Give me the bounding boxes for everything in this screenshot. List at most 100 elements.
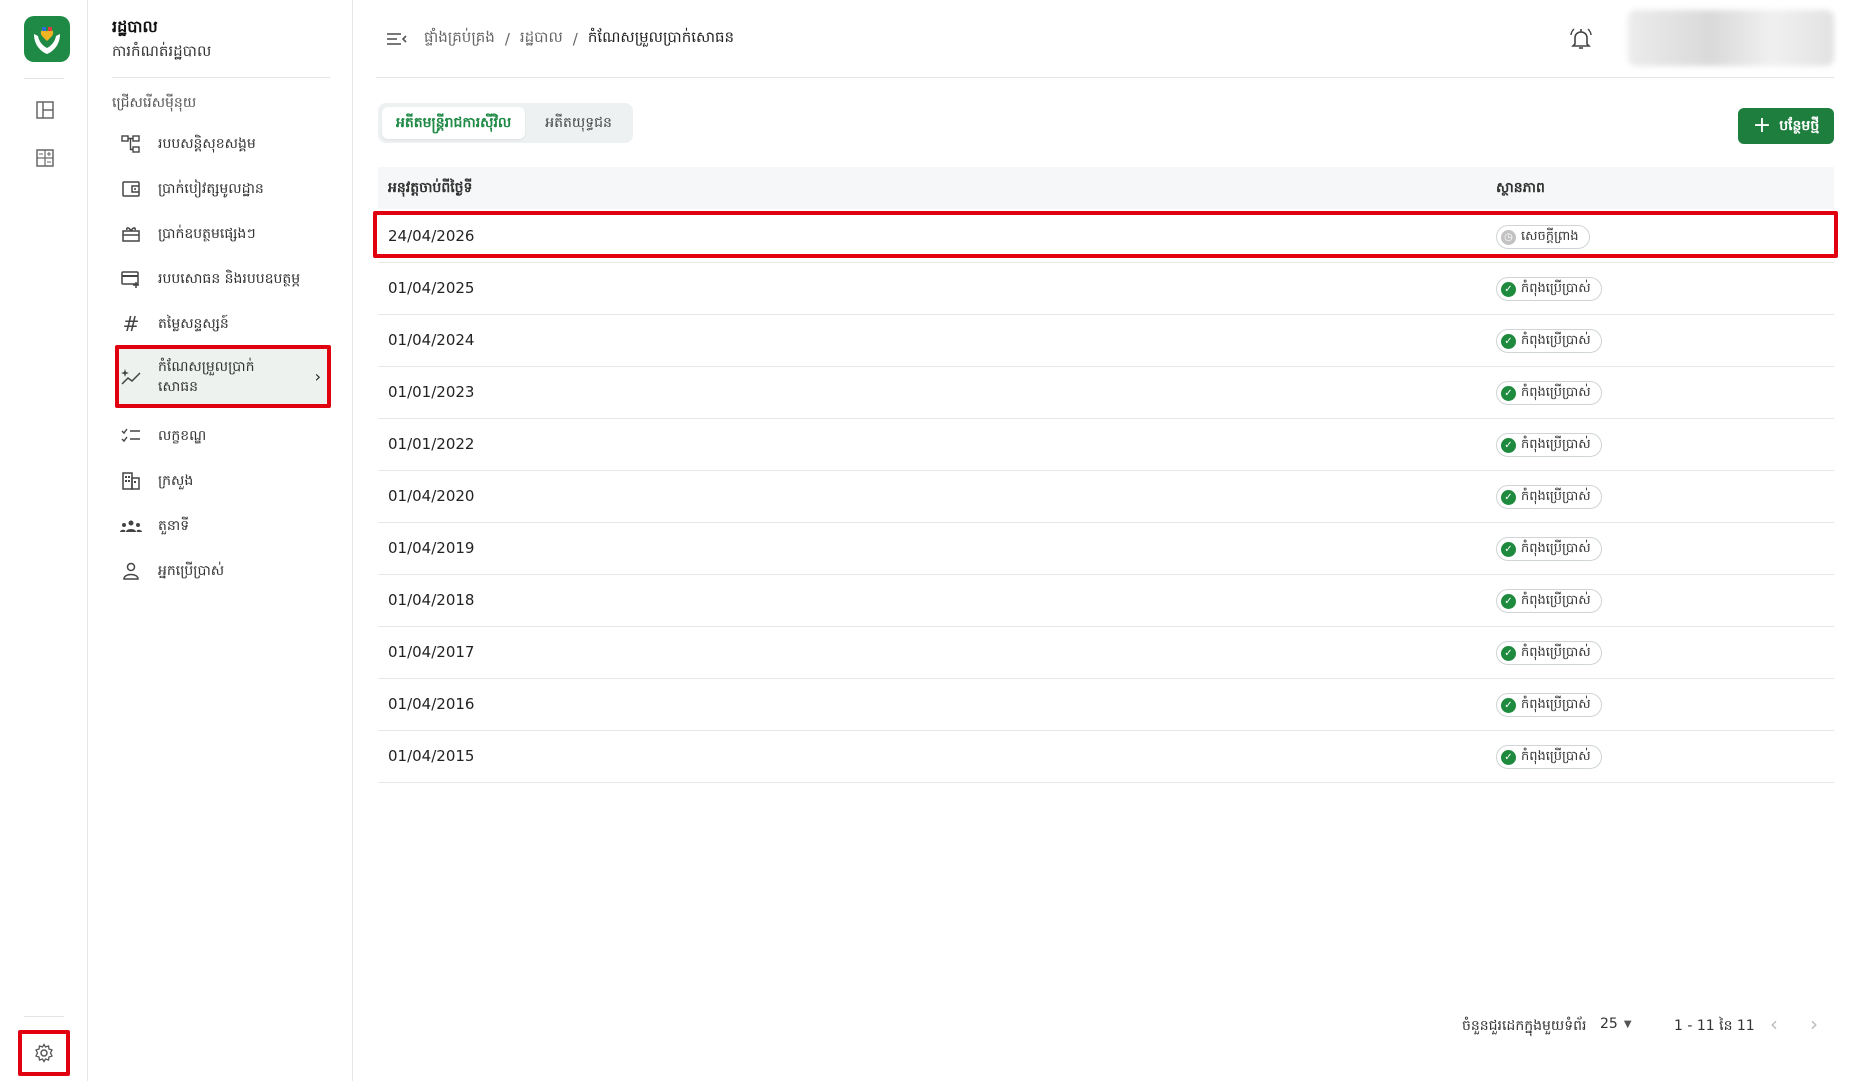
row-date: 01/04/2015 [388,747,475,765]
status-badge: ✓ កំពុងប្រើប្រាស់ [1496,641,1602,665]
rows-per-page-label: ចំនួនជួរដេកក្នុងមួយទំព័រ [1462,1018,1587,1034]
status-badge: ✓ កំពុងប្រើប្រាស់ [1496,693,1602,717]
check-circle-icon: ✓ [1501,281,1516,297]
status-badge: ✓ កំពុងប្រើប្រាស់ [1496,329,1602,353]
app-rail [0,0,88,1081]
status-badge: ✓ កំពុងប្រើប្រាស់ [1496,745,1602,769]
breadcrumb-current: កំណែសម្រួលប្រាក់សោធន [587,28,735,46]
table-row[interactable]: 01/04/2016 ✓ កំពុងប្រើប្រាស់ [378,679,1834,731]
user-icon [120,560,142,582]
gift-icon [120,223,142,245]
notifications-button[interactable] [1568,26,1594,52]
admin-sidebar: រដ្ឋបាល ការកំណត់រដ្ឋបាល ជ្រើសរើសមុីនុយ រ… [88,0,353,1081]
tab-civil-servants[interactable]: អតីតមន្ត្រីរាជការស៊ីវិល [382,107,526,139]
plus-icon: + [1752,113,1772,138]
collapse-menu-button[interactable] [385,28,407,50]
check-circle-icon: ✓ [1501,749,1516,765]
rail-calculator-button[interactable] [28,141,62,175]
column-status[interactable]: ស្ថានភាព [1496,178,1545,199]
column-effective-date[interactable]: អនុវត្តចាប់ពីថ្ងៃទី [388,178,472,199]
row-date: 01/04/2024 [388,331,475,349]
breadcrumb-admin[interactable]: រដ្ឋបាល [520,28,563,50]
rail-dashboard-button[interactable] [28,93,62,127]
row-date: 01/04/2016 [388,695,475,713]
app-logo[interactable] [24,16,70,62]
status-badge: ✓ កំពុងប្រើប្រាស់ [1496,537,1602,561]
sidebar-item-label: តម្លៃសន្ទស្សន៍ [158,315,229,332]
rows-per-page-select[interactable]: 25 ▼ [1600,1016,1632,1032]
row-date: 01/01/2023 [388,383,475,401]
sidebar-item-ministries[interactable]: ក្រសួង [120,461,325,501]
table-row[interactable]: 01/04/2019 ✓ កំពុងប្រើប្រាស់ [378,523,1834,575]
status-badge: ✓ កំពុងប្រើប្រាស់ [1496,589,1602,613]
breadcrumb: ផ្ទាំងគ្រប់គ្រង / រដ្ឋបាល / កំណែសម្រួលប្… [424,28,734,50]
sidebar-item-index-value[interactable]: # តម្លៃសន្ទស្សន៍ [120,304,325,344]
category-tabs: អតីតមន្ត្រីរាជការស៊ីវិល អតីតយុទ្ធជន [378,103,633,143]
sidebar-divider [112,77,330,78]
check-circle-icon: ✓ [1501,697,1516,713]
sidebar-item-base-salary[interactable]: ប្រាក់បៀវត្សមូលដ្ឋាន [120,169,325,209]
highlight-frame-row [373,211,1838,258]
status-text: កំពុងប្រើប្រាស់ [1521,280,1591,296]
status-badge: ✓ កំពុងប្រើប្រាស់ [1496,433,1602,457]
status-text: កំពុងប្រើប្រាស់ [1521,540,1591,556]
bell-alert-icon [1570,28,1592,49]
table-header: អនុវត្តចាប់ពីថ្ងៃទី ស្ថានភាព [378,167,1834,209]
check-circle-icon: ✓ [1501,541,1516,557]
prev-page-button[interactable]: ‹ [1770,1012,1778,1036]
status-badge: ✓ កំពុងប្រើប្រាស់ [1496,381,1602,405]
add-new-button[interactable]: + បន្ថែមថ្មី [1738,108,1834,144]
user-profile-menu[interactable] [1628,10,1834,66]
checklist-icon [120,425,142,447]
hands-heart-icon [34,27,60,54]
rail-divider-bottom [24,1016,64,1017]
caret-down-icon: ▼ [1623,1018,1632,1030]
sidebar-item-social-security[interactable]: របបសន្តិសុខសង្គម [120,124,325,164]
check-circle-icon: ✓ [1501,333,1516,349]
table-row[interactable]: 01/04/2015 ✓ កំពុងប្រើប្រាស់ [378,731,1834,783]
table-row[interactable]: 01/01/2023 ✓ កំពុងប្រើប្រាស់ [378,367,1834,419]
sidebar-item-conditions[interactable]: លក្ខខណ្ឌ [120,416,325,456]
table-row[interactable]: 01/04/2020 ✓ កំពុងប្រើប្រាស់ [378,471,1834,523]
header-divider [376,77,1834,78]
hash-icon: # [122,312,140,336]
status-text: កំពុងប្រើប្រាស់ [1521,696,1591,712]
layout-icon [36,101,54,119]
gear-icon [35,1043,53,1063]
next-page-button[interactable]: › [1810,1012,1818,1036]
status-text: កំពុងប្រើប្រាស់ [1521,384,1591,400]
chevron-right-icon: › [1810,1012,1818,1036]
row-date: 01/04/2018 [388,591,475,609]
status-text: កំពុងប្រើប្រាស់ [1521,748,1591,764]
table-row[interactable]: 01/01/2022 ✓ កំពុងប្រើប្រាស់ [378,419,1834,471]
group-icon [120,515,142,537]
calculator-icon [36,149,54,167]
sidebar-item-label: អ្នកប្រើប្រាស់ [158,562,225,579]
row-date: 01/01/2022 [388,435,475,453]
sidebar-item-label: របបសន្តិសុខសង្គម [158,135,256,152]
check-circle-icon: ✓ [1501,385,1516,401]
rows-per-page-value: 25 [1600,1016,1618,1032]
sidebar-item-label: តួនាទី [158,517,190,534]
sidebar-item-label: ក្រសួង [158,472,194,489]
breadcrumb-dashboard[interactable]: ផ្ទាំងគ្រប់គ្រង [424,28,495,50]
table-row[interactable]: 01/04/2017 ✓ កំពុងប្រើប្រាស់ [378,627,1834,679]
status-badge: ✓ កំពុងប្រើប្រាស់ [1496,485,1602,509]
sidebar-title: រដ្ឋបាល [112,17,158,36]
breadcrumb-separator: / [504,30,510,48]
table-row[interactable]: 01/04/2018 ✓ កំពុងប្រើប្រាស់ [378,575,1834,627]
wallet-icon [120,178,142,200]
settings-button[interactable] [18,1030,70,1076]
table-row[interactable]: 01/04/2024 ✓ កំពុងប្រើប្រាស់ [378,315,1834,367]
sidebar-item-pension-schemes[interactable]: របបសោធន និងរបបឧបត្ថម្ភ [120,259,325,299]
sidebar-item-users[interactable]: អ្នកប្រើប្រាស់ [120,551,325,591]
tab-veterans[interactable]: អតីតយុទ្ធជន [531,107,626,139]
sidebar-section-label: ជ្រើសរើសមុីនុយ [112,95,197,111]
pagination-range: 1 - 11 នៃ 11 [1674,1018,1755,1034]
sidebar-item-allowances[interactable]: ប្រាក់ឧបត្ថមផ្សេងៗ [120,214,325,254]
check-circle-icon: ✓ [1501,437,1516,453]
status-text: កំពុងប្រើប្រាស់ [1521,436,1591,452]
sidebar-item-roles[interactable]: តួនាទី [120,506,325,546]
rail-divider [24,78,64,79]
table-row[interactable]: 01/04/2025 ✓ កំពុងប្រើប្រាស់ [378,263,1834,315]
